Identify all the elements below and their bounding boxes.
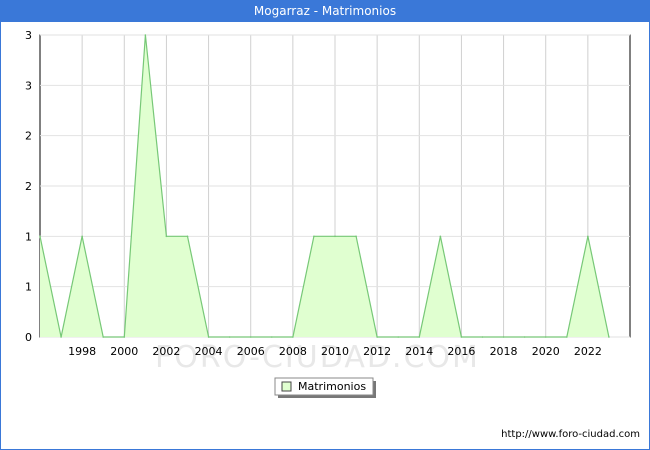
data-point bbox=[207, 336, 210, 338]
y-tick-label: 1 bbox=[25, 230, 32, 243]
legend-swatch bbox=[281, 381, 292, 392]
data-point bbox=[228, 336, 231, 338]
data-point bbox=[123, 336, 126, 338]
y-tick-label: 0 bbox=[25, 331, 32, 344]
y-tick-label: 3 bbox=[25, 29, 32, 42]
legend-label: Matrimonios bbox=[298, 380, 366, 393]
data-point bbox=[102, 336, 105, 338]
x-tick-label: 2018 bbox=[490, 345, 518, 358]
x-tick-label: 2014 bbox=[405, 345, 433, 358]
data-point bbox=[608, 336, 610, 338]
chart-svg: FORO-CIUDAD.COM 1998 2000 2002 2004 2006 2008… bbox=[25, 29, 631, 398]
y-tick-label: 3 bbox=[25, 79, 32, 92]
data-point bbox=[270, 336, 273, 338]
x-tick-label: 2016 bbox=[447, 345, 475, 358]
data-point bbox=[439, 235, 442, 238]
data-point bbox=[249, 336, 252, 338]
data-point bbox=[39, 235, 41, 238]
data-point bbox=[460, 336, 463, 338]
x-tick-label: 2020 bbox=[532, 345, 560, 358]
x-tick-label: 2012 bbox=[363, 345, 391, 358]
x-tick-label: 2008 bbox=[279, 345, 307, 358]
y-tick-label: 1 bbox=[25, 281, 32, 294]
data-point bbox=[81, 235, 83, 238]
data-point bbox=[186, 235, 189, 238]
data-point bbox=[397, 336, 400, 338]
x-tick-label: 1998 bbox=[68, 345, 96, 358]
data-point bbox=[565, 336, 568, 338]
x-tick-label: 2002 bbox=[152, 345, 180, 358]
data-point bbox=[144, 34, 147, 36]
data-point bbox=[313, 235, 315, 238]
x-tick-label: 2010 bbox=[321, 345, 349, 358]
data-point bbox=[376, 336, 378, 338]
x-tick-label: 2000 bbox=[110, 345, 138, 358]
legend: Matrimonios bbox=[274, 377, 376, 398]
x-tick-label: 2004 bbox=[195, 345, 223, 358]
data-point bbox=[418, 336, 421, 338]
y-tick-label: 2 bbox=[25, 180, 32, 193]
data-point bbox=[165, 235, 168, 238]
y-tick-label: 2 bbox=[25, 130, 32, 143]
data-point bbox=[544, 336, 547, 338]
data-point bbox=[355, 235, 357, 238]
data-point bbox=[481, 336, 484, 338]
x-tick-label: 2006 bbox=[237, 345, 265, 358]
data-point bbox=[523, 336, 526, 338]
data-point bbox=[334, 235, 336, 238]
x-tick-label: 2022 bbox=[574, 345, 602, 358]
data-point bbox=[587, 235, 589, 238]
data-point bbox=[292, 336, 294, 338]
data-point bbox=[60, 336, 62, 338]
data-point bbox=[502, 336, 505, 338]
source-credit: http://www.foro-ciudad.com bbox=[501, 429, 640, 440]
